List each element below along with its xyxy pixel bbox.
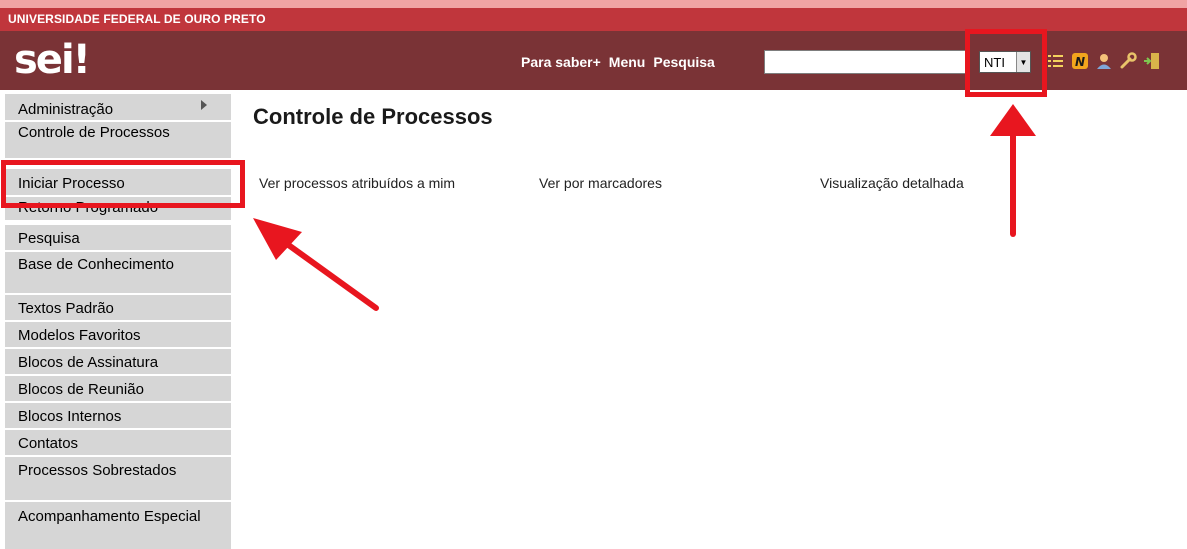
arrow-up-left-icon [253, 218, 379, 311]
sei-app: UNIVERSIDADE FEDERAL DE OURO PRETO sei! … [0, 0, 1187, 549]
annotation-arrows [253, 104, 1036, 311]
arrow-up-icon [990, 104, 1036, 237]
